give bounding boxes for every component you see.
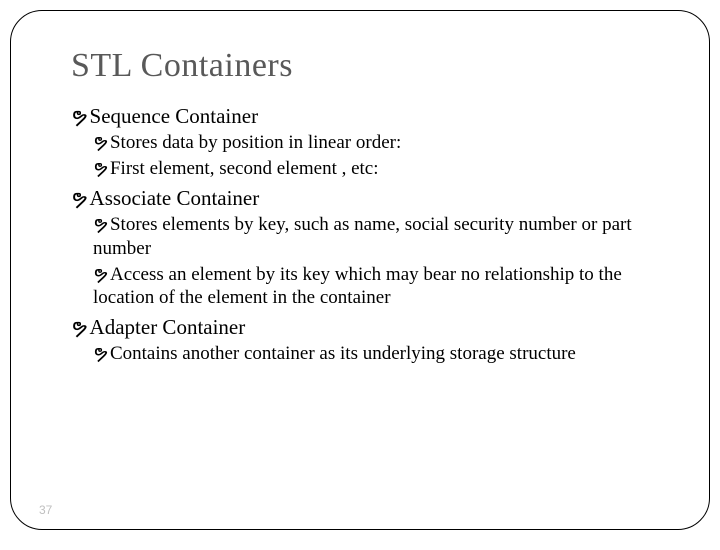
list-item: ຯAdapter Container [71,314,669,340]
slide-title: STL Containers [71,47,669,85]
item-text: Associate Container [90,186,260,210]
item-text: Contains another container as its underl… [110,343,576,364]
bullet-icon: ຯ [93,132,108,153]
bullet-icon: ຯ [93,214,108,235]
list-item: ຯFirst element, second element , etc: [93,157,669,181]
item-text: Stores elements by key, such as name, so… [93,214,632,259]
bullet-icon: ຯ [71,315,88,339]
item-text: Stores data by position in linear order: [110,132,401,153]
list-item: ຯStores data by position in linear order… [93,131,669,155]
page-number: 37 [39,503,52,517]
bullet-icon: ຯ [93,264,108,285]
slide-frame: STL Containers ຯSequence Container ຯStor… [10,10,710,530]
list-item: ຯAssociate Container [71,185,669,211]
bullet-icon: ຯ [71,104,88,128]
item-text: Adapter Container [90,315,246,339]
item-text: Sequence Container [90,104,259,128]
list-item: ຯContains another container as its under… [93,342,669,366]
bullet-icon: ຯ [71,186,88,210]
bullet-icon: ຯ [93,343,108,364]
bullet-icon: ຯ [93,158,108,179]
item-text: First element, second element , etc: [110,158,379,179]
list-item: ຯAccess an element by its key which may … [93,263,669,311]
list-item: ຯSequence Container [71,103,669,129]
list-item: ຯStores elements by key, such as name, s… [93,213,669,261]
item-text: Access an element by its key which may b… [93,264,622,309]
